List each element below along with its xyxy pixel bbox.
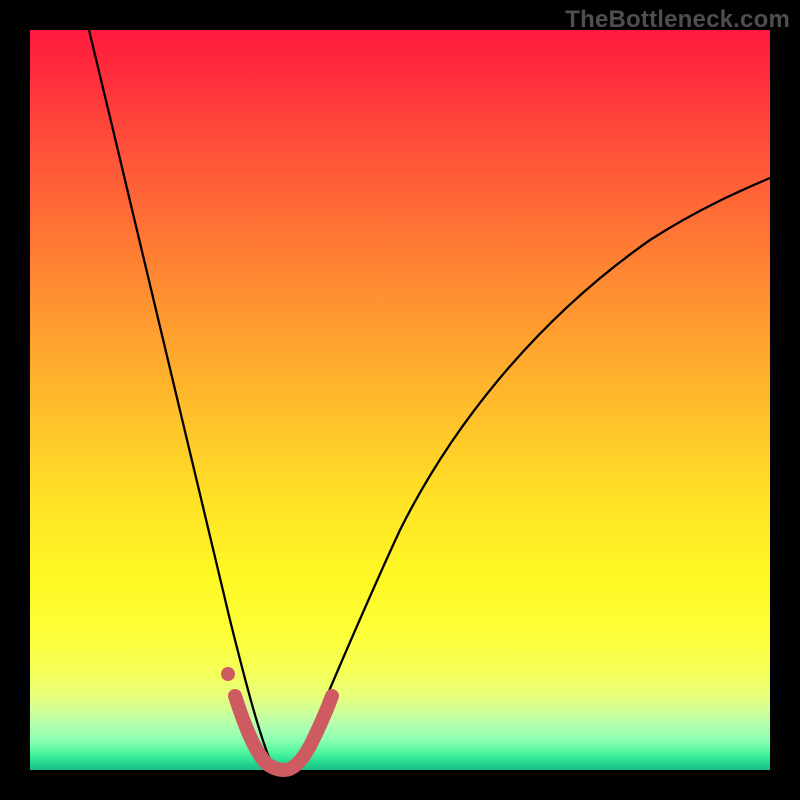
watermark-text: TheBottleneck.com [565, 6, 790, 34]
chart-area [30, 30, 770, 770]
optimal-marker-dot [221, 667, 235, 681]
optimal-marker-path [235, 696, 332, 770]
bottleneck-curve-path [89, 30, 770, 770]
bottleneck-curve-svg [30, 30, 770, 770]
